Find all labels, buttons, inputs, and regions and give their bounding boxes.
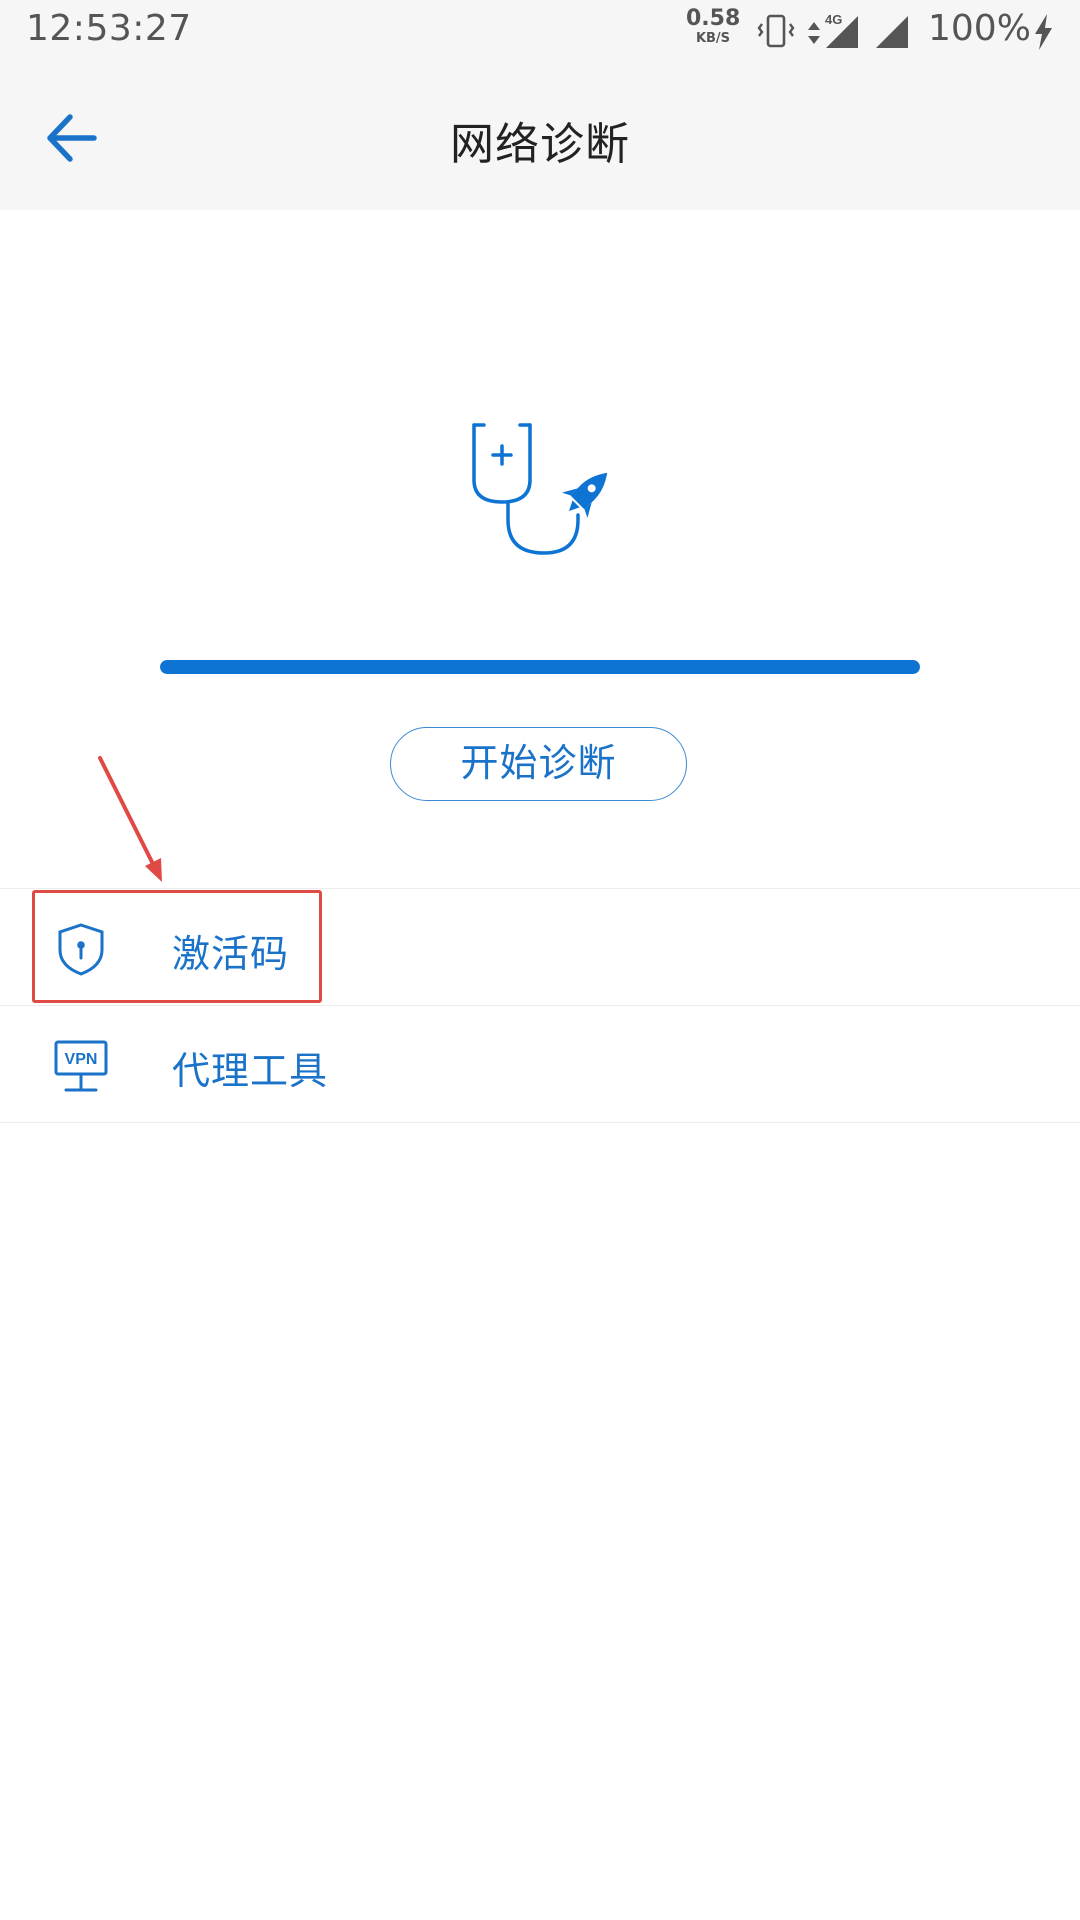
vibrate-icon bbox=[757, 14, 795, 48]
signal-4g-icon: 4G bbox=[825, 12, 858, 48]
diagnosis-progress-bar bbox=[160, 660, 920, 674]
page-title: 网络诊断 bbox=[450, 119, 630, 170]
shield-keyhole-icon bbox=[58, 923, 104, 976]
option-list: 激活码 VPN 代理工具 bbox=[0, 888, 1080, 1123]
network-speed-indicator: 0.58 KB/S bbox=[686, 6, 741, 46]
list-item-label: 代理工具 bbox=[172, 1049, 329, 1093]
charging-icon bbox=[1035, 14, 1052, 50]
signal-icon bbox=[876, 16, 908, 48]
status-bar: 12:53:27 0.58 KB/S 4G 100% bbox=[0, 0, 1080, 60]
data-activity-icon bbox=[808, 22, 820, 44]
list-item-label: 激活码 bbox=[172, 932, 290, 976]
list-item-activation-code[interactable]: 激活码 bbox=[0, 888, 1080, 1005]
network-speed-unit: KB/S bbox=[695, 31, 731, 46]
app-bar: 网络诊断 bbox=[0, 60, 1080, 210]
status-time: 12:53:27 bbox=[26, 8, 192, 49]
battery-percent: 100% bbox=[928, 8, 1031, 49]
annotation-arrow bbox=[98, 756, 162, 882]
diagnosis-progress-fill bbox=[160, 660, 920, 674]
svg-text:VPN: VPN bbox=[65, 1051, 98, 1068]
list-item-proxy-tool[interactable]: VPN 代理工具 bbox=[0, 1005, 1080, 1123]
stethoscope-rocket-icon bbox=[472, 423, 608, 555]
vpn-monitor-icon: VPN bbox=[54, 1040, 108, 1092]
network-type-label: 4G bbox=[825, 12, 842, 27]
network-speed-value: 0.58 bbox=[686, 6, 741, 31]
start-diagnosis-button[interactable]: 开始诊断 bbox=[390, 727, 687, 801]
